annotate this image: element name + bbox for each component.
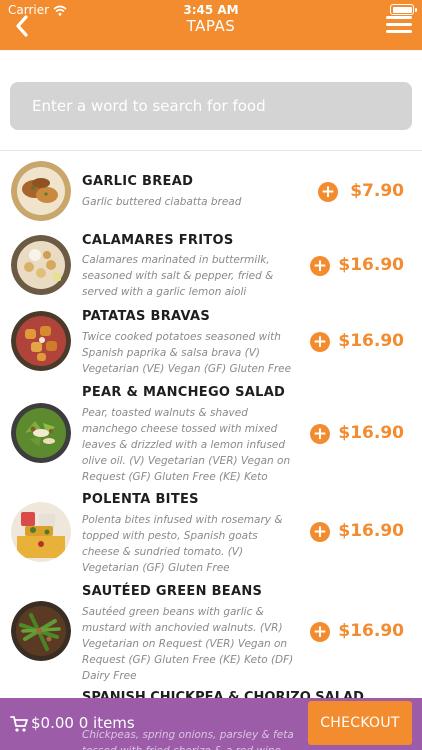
menu-item-pear-manchego-salad[interactable]: PEAR & MANCHEGO SALAD Pear, toasted waln… — [0, 384, 422, 488]
section-divider — [0, 150, 422, 151]
item-price: $16.90 — [338, 423, 404, 443]
plus-icon: + — [312, 331, 328, 352]
menu-line-icon — [386, 22, 412, 26]
status-time: 3:45 AM — [183, 3, 239, 17]
garlic-bread-photo — [11, 161, 71, 221]
search-input[interactable] — [32, 97, 412, 115]
item-price: $7.90 — [350, 181, 404, 201]
menu-item-sauteed-green-beans[interactable]: SAUTÉED GREEN BEANS Sautéed green beans … — [0, 583, 422, 685]
plus-icon: + — [312, 521, 328, 542]
pear-manchego-salad-photo — [11, 403, 71, 463]
header-divider — [0, 50, 422, 51]
search-box[interactable] — [10, 82, 412, 130]
item-name: CALAMARES FRITOS — [82, 233, 234, 248]
item-price: $16.90 — [338, 255, 404, 275]
patatas-bravas-photo — [11, 311, 71, 371]
menu-item-polenta-bites[interactable]: POLENTA BITES Polenta bites infused with… — [0, 491, 422, 575]
item-name: SAUTÉED GREEN BEANS — [82, 584, 263, 599]
menu-item-calamares-fritos[interactable]: CALAMARES FRITOS Calamares marinated in … — [0, 232, 422, 302]
menu-button[interactable] — [386, 12, 412, 36]
app-header: Carrier 3:45 AM TAPAS — [0, 0, 422, 50]
item-price: $16.90 — [338, 331, 404, 351]
item-name: POLENTA BITES — [82, 492, 199, 507]
cart-bar: Chickpeas, spring onions, parsley & feta… — [0, 698, 422, 750]
item-price: $16.90 — [338, 621, 404, 641]
checkout-button[interactable]: CHECKOUT — [308, 701, 412, 745]
page-title: TAPAS — [186, 17, 236, 35]
item-price: $16.90 — [338, 521, 404, 541]
menu-item-garlic-bread[interactable]: GARLIC BREAD Garlic buttered ciabatta br… — [0, 160, 422, 226]
item-name: PATATAS BRAVAS — [82, 309, 211, 324]
item-description: Twice cooked potatoes seasoned with Span… — [82, 331, 292, 375]
polenta-bites-photo — [11, 502, 71, 562]
menu-item-patatas-bravas[interactable]: PATATAS BRAVAS Twice cooked potatoes sea… — [0, 308, 422, 384]
add-to-cart-button[interactable]: + — [310, 332, 330, 352]
menu-line-icon — [386, 29, 412, 33]
item-name: GARLIC BREAD — [82, 174, 194, 189]
shopping-cart-icon — [10, 716, 28, 732]
add-to-cart-button[interactable]: + — [318, 182, 338, 202]
item-name: PEAR & MANCHEGO SALAD — [82, 385, 286, 400]
cart-summary: $0.00 0 items — [31, 714, 135, 732]
plus-icon: + — [320, 181, 336, 202]
calamares-photo — [11, 235, 71, 295]
plus-icon: + — [312, 423, 328, 444]
menu-line-icon — [386, 15, 412, 19]
add-to-cart-button[interactable]: + — [310, 622, 330, 642]
add-to-cart-button[interactable]: + — [310, 522, 330, 542]
plus-icon: + — [312, 621, 328, 642]
add-to-cart-button[interactable]: + — [310, 256, 330, 276]
item-description: Garlic buttered ciabatta bread — [82, 196, 242, 208]
item-description: Pear, toasted walnuts & shaved manchego … — [82, 407, 291, 483]
add-to-cart-button[interactable]: + — [310, 424, 330, 444]
plus-icon: + — [312, 255, 328, 276]
sauteed-green-beans-photo — [11, 601, 71, 661]
item-description: Calamares marinated in buttermilk, seaso… — [82, 254, 274, 298]
item-description: Polenta bites infused with rosemary & to… — [82, 514, 283, 574]
item-description: Sautéed green beans with garlic & mustar… — [82, 606, 294, 682]
